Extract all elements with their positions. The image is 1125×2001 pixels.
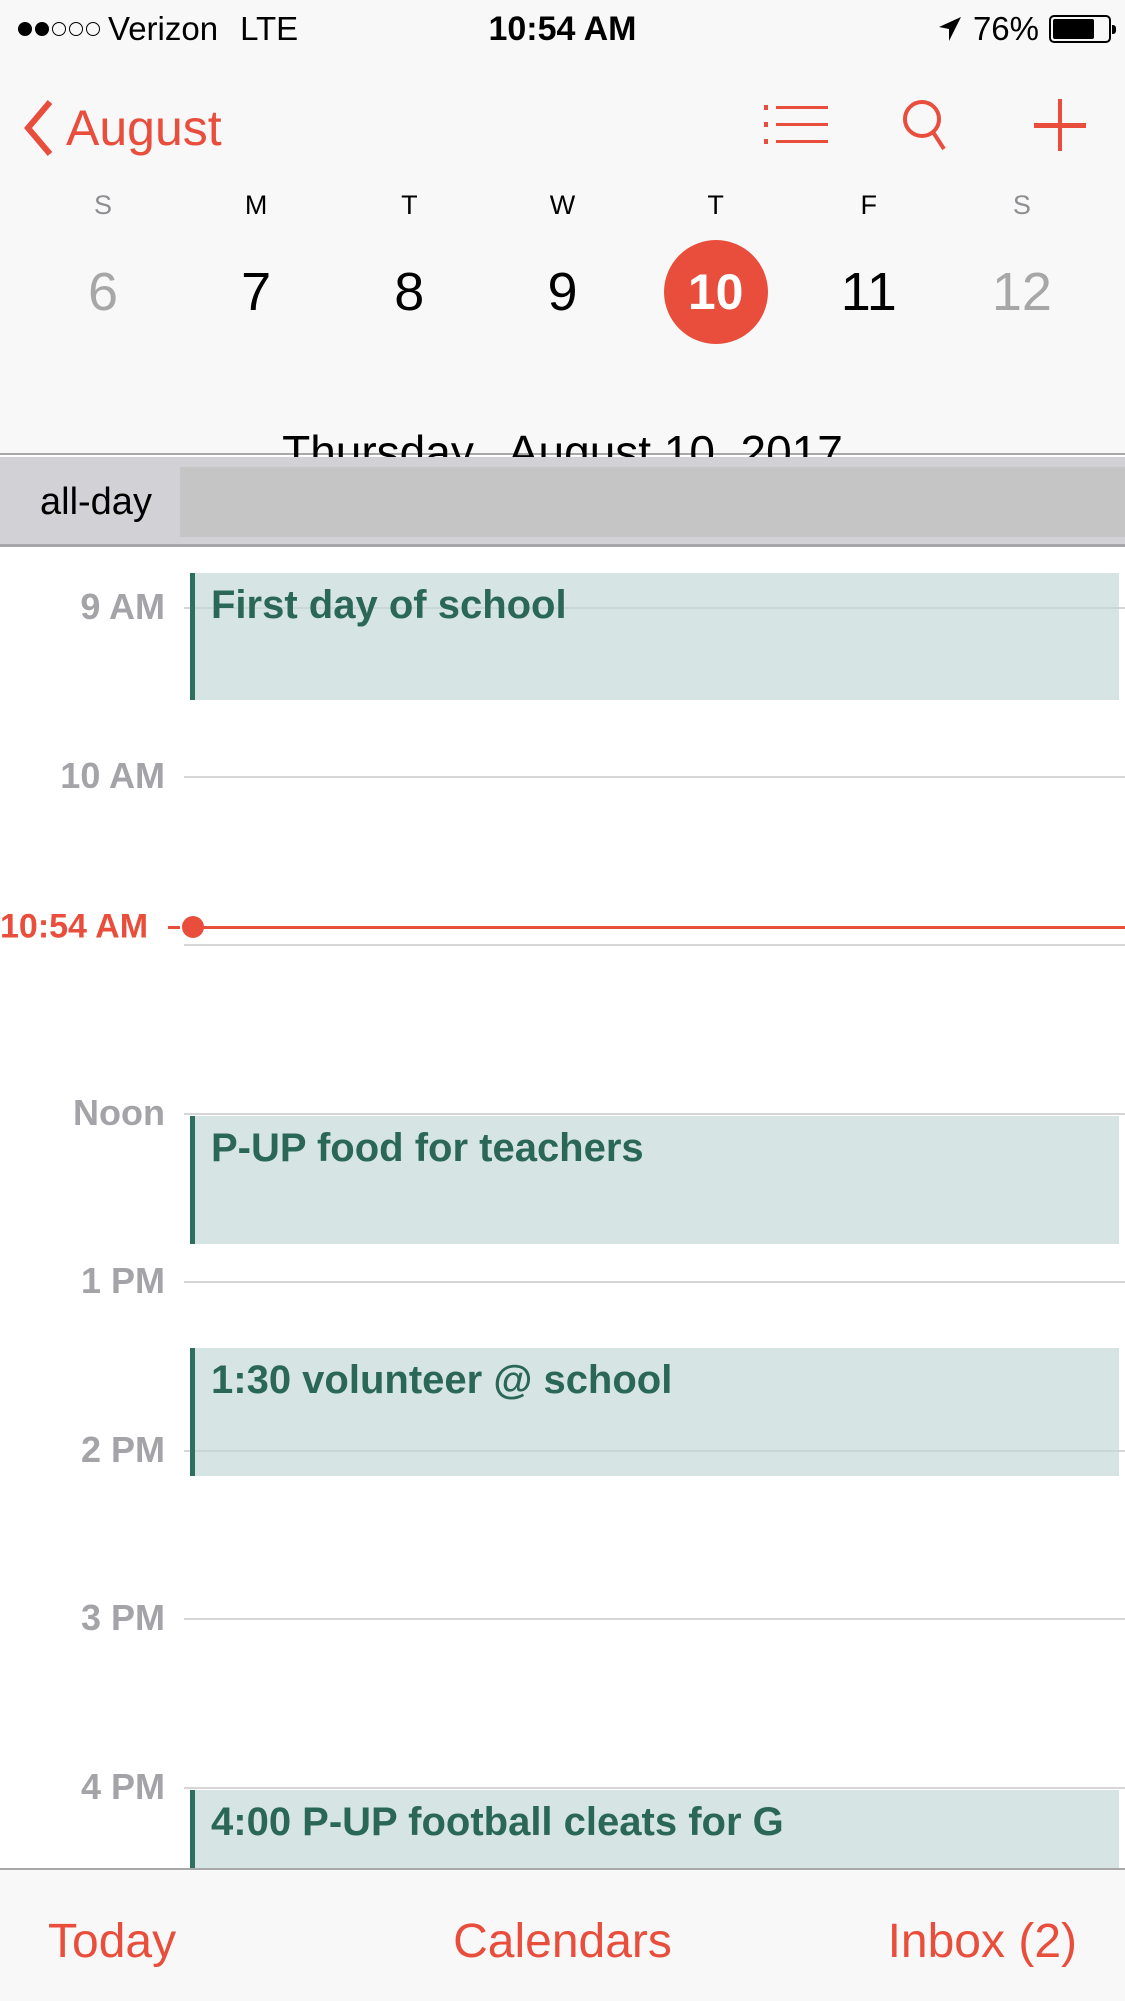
event-title: First day of school bbox=[211, 583, 567, 628]
search-button[interactable] bbox=[893, 90, 963, 160]
chevron-left-icon bbox=[24, 100, 53, 156]
list-icon bbox=[764, 105, 828, 144]
current-time-label: 10:54 AM bbox=[0, 907, 149, 946]
back-to-month-button[interactable]: August bbox=[20, 98, 222, 158]
hour-gridline bbox=[184, 1112, 1125, 1115]
location-arrow-icon bbox=[938, 17, 961, 41]
hour-gridline bbox=[184, 1786, 1125, 1789]
weekday-letter: W bbox=[549, 190, 576, 220]
status-right: 76% bbox=[937, 10, 1116, 48]
hour-label: 9 AM bbox=[80, 586, 165, 627]
header-actions bbox=[761, 90, 1095, 160]
week-day[interactable]: S 12 bbox=[961, 190, 1083, 344]
week-day[interactable]: F 11 bbox=[808, 190, 930, 344]
day-timeline[interactable]: 9 AM 10 AM Noon 1 PM 2 PM 3 PM 4 PM First day o… bbox=[0, 550, 1125, 1868]
hour-label: 3 PM bbox=[80, 1597, 165, 1638]
add-icon bbox=[1034, 99, 1086, 151]
weekday-letter: S bbox=[93, 190, 112, 220]
week-day[interactable]: T 10 bbox=[655, 190, 777, 344]
current-time-line bbox=[200, 926, 1125, 930]
event-title: P-UP food for teachers bbox=[211, 1125, 644, 1170]
hour-gridline bbox=[184, 944, 1125, 946]
week-strip: S 6 M 7 T 8 W 9 T 10 F 11 S 12 bbox=[0, 190, 1125, 344]
hour-gridline bbox=[184, 1281, 1125, 1283]
weekday-letter: F bbox=[860, 190, 878, 220]
hour-label: Noon bbox=[73, 1091, 165, 1133]
all-day-label: all-day bbox=[40, 481, 152, 523]
calendar-event[interactable]: P-UP food for teachers bbox=[190, 1115, 1119, 1244]
back-label: August bbox=[66, 100, 222, 156]
list-view-button[interactable] bbox=[761, 90, 831, 160]
day-number[interactable]: 7 bbox=[204, 240, 308, 344]
search-icon bbox=[903, 100, 946, 151]
calendars-button[interactable]: Calendars bbox=[453, 1915, 672, 1968]
inbox-button[interactable]: Inbox (2) bbox=[888, 1914, 1077, 1969]
status-bar: Verizon LTE 10:54 AM 76% bbox=[0, 0, 1125, 60]
week-day[interactable]: T8 bbox=[348, 190, 470, 344]
today-button[interactable]: Today bbox=[48, 1914, 176, 1969]
selected-day-number[interactable]: 10 bbox=[663, 240, 768, 344]
all-day-events-area[interactable] bbox=[180, 467, 1125, 537]
hour-label: 10 AM bbox=[60, 754, 165, 796]
weekday-letter: T bbox=[401, 190, 418, 220]
day-number[interactable]: 12 bbox=[970, 240, 1074, 344]
event-title: 4:00 P-UP football cleats for G bbox=[211, 1799, 784, 1844]
hour-label: 4 PM bbox=[80, 1765, 165, 1807]
day-number[interactable]: 8 bbox=[357, 240, 461, 344]
hour-gridline bbox=[184, 775, 1125, 778]
calendar-event[interactable]: First day of school bbox=[190, 573, 1119, 700]
day-number[interactable]: 9 bbox=[510, 240, 614, 344]
weekday-letter: T bbox=[707, 190, 724, 220]
day-number[interactable]: 11 bbox=[817, 240, 921, 344]
calendar-event[interactable]: 4:00 P-UP football cleats for G bbox=[190, 1789, 1119, 1868]
bottom-toolbar: Today Calendars Inbox (2) bbox=[0, 1868, 1125, 2001]
battery-icon bbox=[1049, 15, 1116, 43]
hour-label: 2 PM bbox=[80, 1428, 165, 1470]
week-row: S 6 M 7 T 8 W 9 T 10 F 11 S 12 bbox=[0, 190, 1125, 344]
week-day[interactable]: M7 bbox=[195, 190, 317, 344]
week-day[interactable]: S6 bbox=[42, 190, 164, 344]
calendar-event[interactable]: 1:30 volunteer @ school bbox=[190, 1348, 1119, 1477]
battery-percent: 76% bbox=[972, 10, 1039, 47]
weekday-letter: M bbox=[244, 190, 268, 220]
week-day[interactable]: W9 bbox=[501, 190, 623, 344]
current-time-dot bbox=[182, 916, 204, 939]
add-event-button[interactable] bbox=[1025, 90, 1095, 160]
event-title: 1:30 volunteer @ school bbox=[211, 1358, 673, 1403]
calendar-header: August S 6 M 7 T 8 W 9 T 10 F 11 S 12 Thursday August … bbox=[0, 60, 1125, 478]
weekday-letter: S bbox=[1012, 190, 1031, 220]
current-time-tick bbox=[168, 926, 180, 930]
hour-label: 1 PM bbox=[80, 1260, 165, 1301]
battery-fill bbox=[1053, 19, 1095, 39]
all-day-row: all-day bbox=[0, 457, 1125, 547]
hour-gridline bbox=[184, 1618, 1125, 1620]
day-number[interactable]: 6 bbox=[51, 240, 155, 344]
